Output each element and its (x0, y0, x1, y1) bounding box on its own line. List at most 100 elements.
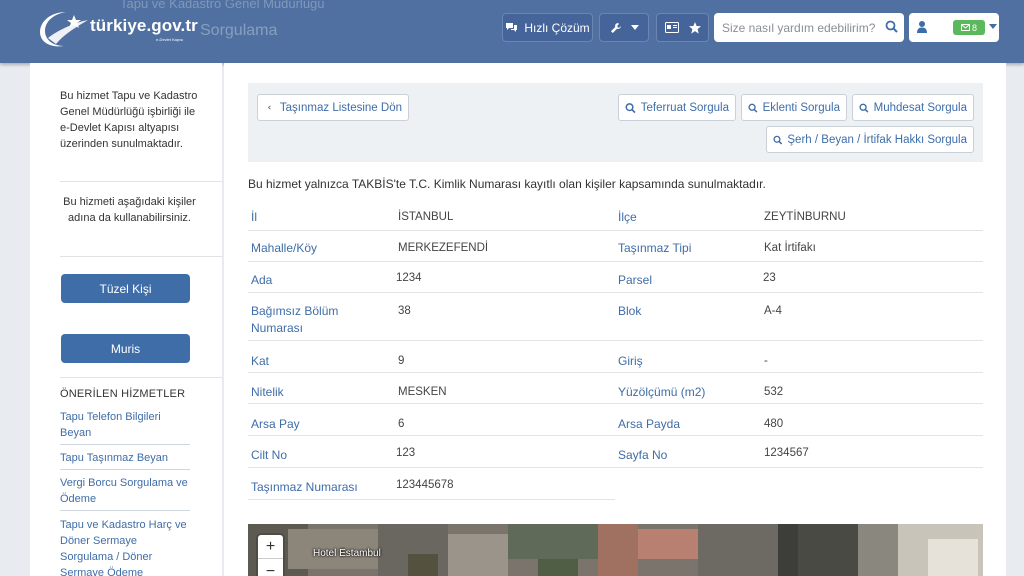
bagimsiz-bolum-label: Bağımsız Bölüm Numarası (251, 304, 339, 335)
row-divider (248, 467, 983, 468)
eklenti-label: Eklenti Sorgula (762, 101, 840, 114)
header-search (714, 13, 904, 42)
mail-badge[interactable]: 8 (953, 20, 985, 35)
muhdesat-label: Muhdesat Sorgula (873, 101, 967, 114)
id-card-and-favorites-button[interactable] (656, 13, 709, 42)
search-icon[interactable] (885, 20, 898, 33)
row-divider (248, 435, 983, 436)
ada-label: Ada (251, 273, 273, 287)
bagimsiz-bolum-value: 38 (398, 305, 411, 317)
divider (60, 510, 190, 511)
muhdesat-query-button[interactable]: Muhdesat Sorgula (852, 94, 974, 121)
eklenti-query-button[interactable]: Eklenti Sorgula (741, 94, 847, 121)
yuzolcumu-value: 532 (764, 386, 784, 398)
user-icon (917, 21, 927, 33)
sayfa-no-value: 1234567 (764, 447, 809, 459)
cilt-no-label: Cilt No (251, 448, 288, 462)
chevron-down-icon (630, 25, 639, 30)
muris-button[interactable]: Muris (61, 334, 190, 363)
sayfa-no-label: Sayfa No (618, 448, 668, 462)
arsa-payda-value: 480 (764, 418, 784, 430)
logo-text: türkiye.gov.tr (90, 16, 198, 35)
tasinmaz-numarasi-value: 123445678 (396, 479, 454, 491)
parsel-label: Parsel (618, 273, 653, 287)
ada-value: 1234 (396, 272, 422, 284)
suggested-link[interactable]: Tapu Telefon Bilgileri Beyan (60, 409, 190, 441)
suggested-link[interactable]: Vergi Borcu Sorgulama ve Ödeme (60, 475, 190, 507)
kat-label: Kat (251, 354, 270, 368)
suggested-services-heading: ÖNERİLEN HİZMETLER (60, 388, 186, 400)
cilt-no-value: 123 (396, 447, 416, 459)
on-behalf-text: Bu hizmeti aşağıdaki kişiler adına da ku… (63, 196, 196, 224)
user-menu[interactable]: 8 (909, 13, 999, 42)
divider (60, 444, 190, 445)
zoom-in-button[interactable]: + (258, 535, 283, 559)
top-header: Tapu ve Kadastro Genel Müdürlüğü Sorgula… (0, 0, 1024, 63)
quick-solution-label: Hızlı Çözüm (524, 20, 590, 35)
teferruat-query-button[interactable]: Teferruat Sorgula (618, 94, 736, 121)
row-divider (248, 340, 983, 341)
row-divider (248, 230, 983, 231)
row-divider (248, 372, 983, 373)
nitelik-label: Nitelik (251, 385, 284, 399)
row-divider (248, 261, 983, 262)
teferruat-label: Teferruat Sorgula (640, 101, 729, 114)
star-icon (688, 21, 701, 34)
zoom-out-button[interactable]: − (258, 560, 283, 576)
il-label: İl (251, 210, 257, 224)
serh-label: Şerh / Beyan / İrtifak Hakkı Sorgula (787, 133, 967, 146)
arsa-payda-label: Arsa Payda (618, 417, 681, 431)
divider (60, 377, 222, 378)
search-icon (748, 103, 758, 113)
kat-value: 9 (398, 355, 405, 367)
chevron-left-icon (268, 105, 271, 110)
row-divider (248, 499, 615, 500)
site-logo[interactable]: türkiye.gov.tr e-Devlet Kapısı (38, 8, 208, 50)
search-input[interactable] (714, 13, 879, 42)
row-divider (248, 292, 983, 293)
giris-label: Giriş (618, 354, 643, 368)
suggested-link[interactable]: Tapu Taşınmaz Beyan (60, 450, 190, 466)
back-label: Taşınmaz Listesine Dön (279, 101, 402, 114)
row-divider (248, 403, 983, 404)
chevron-down-icon (989, 24, 997, 29)
blok-value: A-4 (764, 305, 782, 317)
search-icon (625, 102, 636, 113)
tasinmaz-tipi-label: Taşınmaz Tipi (618, 241, 692, 255)
service-intro-text: Bu hizmet Tapu ve Kadastro Genel Müdürlü… (60, 90, 198, 150)
tuzel-kisi-button[interactable]: Tüzel Kişi (61, 274, 190, 303)
quick-solution-button[interactable]: Hızlı Çözüm (502, 13, 593, 42)
search-icon (773, 135, 783, 144)
suggested-link[interactable]: Tapu ve Kadastro Harç ve Döner Sermaye S… (60, 517, 190, 576)
divider (60, 256, 222, 257)
blok-label: Blok (618, 304, 642, 318)
ilce-value: ZEYTİNBURNU (764, 211, 846, 223)
accessibility-menu-button[interactable] (599, 13, 649, 42)
header-ghost-title: Sorgulama (200, 22, 278, 39)
giris-value: - (764, 355, 768, 367)
search-icon (859, 103, 869, 113)
map-place-label: Hotel Estambul (313, 548, 381, 559)
tasinmaz-tipi-value: Kat İrtifakı (764, 242, 816, 254)
satellite-map[interactable]: + − Hotel Estambul (248, 524, 983, 576)
logo-crescent-icon (40, 12, 88, 47)
chat-bubbles-icon (506, 23, 518, 32)
divider (60, 181, 222, 182)
action-toolbar: Taşınmaz Listesine Dön Teferruat Sorgula… (248, 83, 983, 162)
main-content: Taşınmaz Listesine Dön Teferruat Sorgula… (224, 63, 1006, 576)
service-info-text: Bu hizmet yalnızca TAKBİS'te T.C. Kimlik… (248, 177, 766, 191)
wrench-icon (610, 22, 621, 33)
serh-beyan-query-button[interactable]: Şerh / Beyan / İrtifak Hakkı Sorgula (766, 126, 974, 153)
logo-subtext: e-Devlet Kapısı (156, 37, 184, 42)
id-card-icon (664, 22, 679, 33)
arsa-pay-label: Arsa Pay (251, 417, 300, 431)
mahalle-value: MERKEZEFENDİ (398, 242, 489, 254)
nitelik-value: MESKEN (398, 386, 447, 398)
arsa-pay-value: 6 (398, 418, 405, 430)
map-zoom-control: + − (258, 535, 283, 576)
mahalle-label: Mahalle/Köy (251, 241, 318, 255)
back-to-list-button[interactable]: Taşınmaz Listesine Dön (257, 94, 409, 121)
tasinmaz-numarasi-label: Taşınmaz Numarası (251, 480, 358, 494)
left-sidebar: Bu hizmet Tapu ve Kadastro Genel Müdürlü… (30, 63, 222, 576)
divider (60, 469, 190, 470)
